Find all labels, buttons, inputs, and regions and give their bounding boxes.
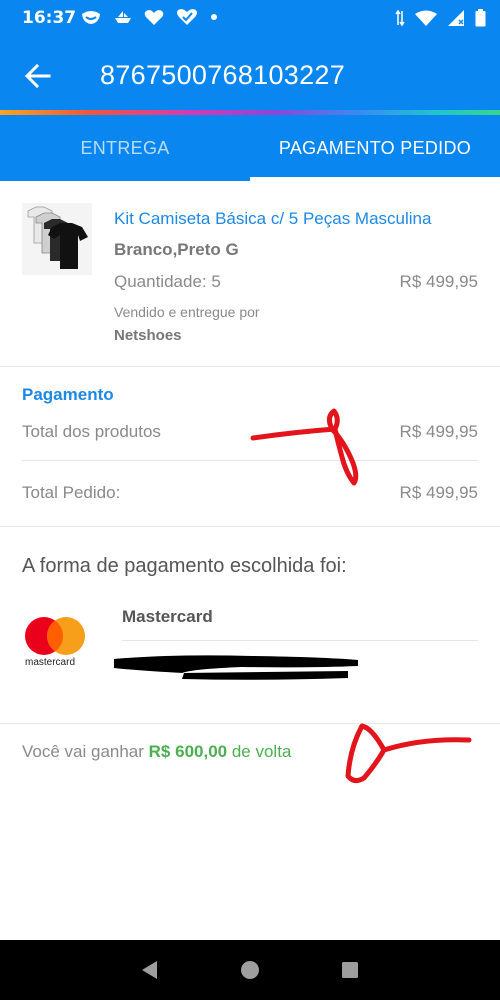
payment-summary: Pagamento Total dos produtos R$ 499,95 T… xyxy=(0,367,500,527)
cashback-prefix: Você vai ganhar xyxy=(22,742,144,761)
payment-title: Pagamento xyxy=(22,385,114,404)
card-brand-name: Mastercard xyxy=(122,607,213,626)
grin-face-icon xyxy=(80,9,102,25)
red-arrow-annotation-cashback xyxy=(345,723,472,784)
card-divider xyxy=(122,640,478,641)
cashback-amount: R$ 600,00 xyxy=(148,742,228,761)
total-order-value: R$ 499,95 xyxy=(399,483,478,502)
product-card: Kit Camiseta Básica c/ 5 Peças Masculina… xyxy=(0,181,500,367)
cashback-message: Você vai ganhar R$ 600,00 de volta xyxy=(22,742,291,762)
heart-icon xyxy=(144,9,164,26)
product-quantity: Quantidade: 5 xyxy=(114,272,221,291)
mastercard-logo: mastercard xyxy=(22,615,92,675)
nav-home-button[interactable] xyxy=(234,954,266,986)
sold-by-label: Vendido e entregue por xyxy=(114,304,260,320)
battery-icon xyxy=(475,9,486,27)
dot-icon xyxy=(210,13,218,21)
heart-check-icon xyxy=(176,8,198,26)
signal-icon xyxy=(447,9,465,27)
data-arrows-icon xyxy=(395,10,405,26)
wifi-icon xyxy=(415,10,437,27)
redacted-card-number xyxy=(114,655,358,680)
boat-icon xyxy=(114,10,132,24)
payment-method-section: A forma de pagamento escolhida foi: mast… xyxy=(0,527,500,724)
order-number: 8767500768103227 xyxy=(100,60,346,90)
arrow-back-icon xyxy=(25,64,51,88)
status-time: 16:37 xyxy=(22,8,77,28)
tab-bar: ENTREGA PAGAMENTO PEDIDO xyxy=(0,115,500,181)
back-button[interactable] xyxy=(20,58,56,94)
product-variant: Branco,Preto G xyxy=(114,240,239,259)
app-root: 16:37 8767500768103227 ENTREGA PAGAMENTO… xyxy=(0,0,500,1000)
total-order-label: Total Pedido: xyxy=(22,483,121,502)
product-image[interactable] xyxy=(22,203,92,275)
circle-home-icon xyxy=(241,961,259,979)
payment-method-title: A forma de pagamento escolhida foi: xyxy=(22,555,347,577)
status-notification-icons xyxy=(80,8,218,26)
cashback-suffix: de volta xyxy=(231,742,292,761)
row-divider xyxy=(22,460,478,461)
square-recents-icon xyxy=(342,962,358,978)
tab-pagamento-pedido[interactable]: PAGAMENTO PEDIDO xyxy=(250,115,500,181)
total-products-label: Total dos produtos xyxy=(22,422,161,441)
nav-back-button[interactable] xyxy=(134,954,166,986)
status-bar: 16:37 xyxy=(0,0,500,36)
system-nav-bar xyxy=(0,940,500,1000)
app-bar: 8767500768103227 xyxy=(0,36,500,112)
triangle-back-icon xyxy=(142,961,157,979)
tab-entrega[interactable]: ENTREGA xyxy=(0,115,250,181)
nav-recents-button[interactable] xyxy=(334,954,366,986)
mastercard-logo-text: mastercard xyxy=(25,657,76,668)
total-products-value: R$ 499,95 xyxy=(399,422,478,441)
product-price: R$ 499,95 xyxy=(399,272,478,291)
product-name-link[interactable]: Kit Camiseta Básica c/ 5 Peças Masculina xyxy=(114,209,431,229)
seller-name: Netshoes xyxy=(114,327,182,344)
status-system-icons xyxy=(395,9,486,27)
